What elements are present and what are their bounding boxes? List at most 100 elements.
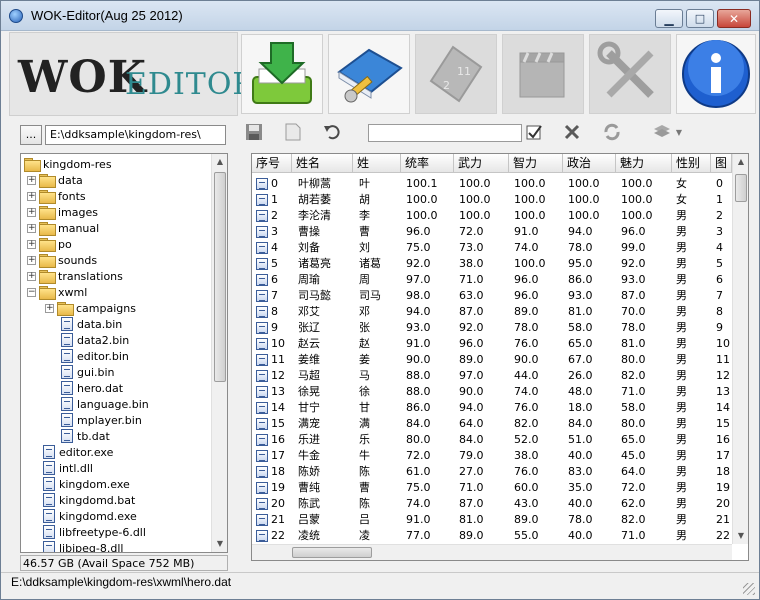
tree-folder-po[interactable]: + po <box>27 236 72 252</box>
table-cell: 74.0 <box>514 241 539 254</box>
collapse-icon[interactable]: − <box>27 287 36 297</box>
expand-icon[interactable]: + <box>27 271 36 281</box>
table-cell: 71.0 <box>459 273 484 286</box>
directory-path-input[interactable]: E:\ddksample\kingdom-res\ <box>45 125 226 145</box>
apply-search-button[interactable] <box>522 119 546 145</box>
tree-file[interactable]: data2.bin <box>61 332 129 348</box>
folder-icon <box>39 254 56 268</box>
column-header[interactable]: 姓名 <box>292 154 353 173</box>
tree-file[interactable]: tb.dat <box>61 428 110 444</box>
grid-scroll-down-icon[interactable]: ▼ <box>733 528 748 544</box>
tree-folder-images[interactable]: + images <box>27 204 98 220</box>
folder-icon <box>39 206 56 220</box>
new-file-button[interactable] <box>281 119 305 145</box>
tree-file[interactable]: kingdomd.bat <box>43 492 135 508</box>
column-header[interactable]: 魅力 <box>616 154 672 173</box>
about-button[interactable] <box>676 34 756 114</box>
close-button[interactable]: ✕ <box>717 9 751 28</box>
tree-file[interactable]: editor.bin <box>61 348 129 364</box>
tree-folder-campaigns[interactable]: + campaigns <box>45 300 136 316</box>
media-button[interactable] <box>502 34 584 114</box>
tree-file[interactable]: gui.bin <box>61 364 115 380</box>
random-dice-button[interactable]: 11 2 <box>415 34 497 114</box>
expand-icon[interactable]: + <box>27 175 36 185</box>
tree-scrollbar[interactable]: ▲ ▼ <box>211 154 227 552</box>
grid-scroll-up-icon[interactable]: ▲ <box>733 154 748 170</box>
resize-grip-icon[interactable] <box>743 583 755 595</box>
tree-folder-fonts[interactable]: + fonts <box>27 188 86 204</box>
table-cell: 100.0 <box>568 209 600 222</box>
tree-file[interactable]: editor.exe <box>43 444 113 460</box>
refresh-button[interactable] <box>599 119 625 145</box>
column-header[interactable]: 图 <box>711 154 732 173</box>
table-cell: 48.0 <box>568 385 593 398</box>
tree-folder-manual[interactable]: + manual <box>27 220 99 236</box>
table-cell: 3 <box>716 225 723 238</box>
tools-button[interactable] <box>589 34 671 114</box>
grid-scrollbar[interactable]: ▲ ▼ <box>732 154 748 544</box>
table-cell: 80.0 <box>621 353 646 366</box>
table-cell: 100.0 <box>514 177 546 190</box>
column-header[interactable]: 统率 <box>401 154 454 173</box>
expand-icon[interactable]: + <box>45 303 54 313</box>
column-header[interactable]: 武力 <box>454 154 509 173</box>
tree-scroll-thumb[interactable] <box>214 172 226 382</box>
table-cell: 93.0 <box>406 321 431 334</box>
file-tree[interactable]: kingdom-res + data + fonts + images + ma… <box>20 153 228 553</box>
expand-icon[interactable]: + <box>27 255 36 265</box>
table-cell: 男 <box>676 225 687 238</box>
scroll-down-arrow-icon[interactable]: ▼ <box>212 536 227 552</box>
table-cell: 93.0 <box>621 273 646 286</box>
table-cell: 38.0 <box>514 449 539 462</box>
layers-dropdown-button[interactable]: ▼ <box>646 119 688 145</box>
column-header[interactable]: 政治 <box>563 154 616 173</box>
column-header[interactable]: 序号 <box>252 154 292 173</box>
minimize-button[interactable]: ▁ <box>655 9 683 28</box>
edit-button[interactable] <box>328 34 410 114</box>
maximize-button[interactable]: □ <box>686 9 714 28</box>
tree-file[interactable]: language.bin <box>61 396 149 412</box>
tree-file[interactable]: hero.dat <box>61 380 123 396</box>
grid-scroll-thumb[interactable] <box>735 174 747 202</box>
tree-node-root[interactable]: kingdom-res <box>24 156 112 172</box>
table-cell: 张辽 <box>298 321 320 334</box>
save-button[interactable] <box>241 119 267 145</box>
tree-label: libfreetype-6.dll <box>59 525 146 539</box>
hero-data-grid[interactable]: 序号 姓名姓统率 武力 智力 政治 魅力 性别图 0 叶柳蒿 叶 100.1 100.0 100.0 1… <box>251 153 749 561</box>
table-cell: 51.0 <box>568 433 593 446</box>
tree-file[interactable]: mplayer.bin <box>61 412 142 428</box>
tree-file[interactable]: libjpeg-8.dll <box>43 540 123 552</box>
tree-folder-translations[interactable]: + translations <box>27 268 123 284</box>
browse-button[interactable]: ... <box>20 125 42 145</box>
tree-folder-sounds[interactable]: + sounds <box>27 252 97 268</box>
search-input[interactable] <box>368 124 522 142</box>
tree-file[interactable]: data.bin <box>61 316 122 332</box>
tree-file[interactable]: libfreetype-6.dll <box>43 524 146 540</box>
table-cell: 99.0 <box>621 241 646 254</box>
expand-icon[interactable]: + <box>27 191 36 201</box>
import-button[interactable] <box>241 34 323 114</box>
column-header[interactable]: 性别 <box>672 154 711 173</box>
tree-file[interactable]: kingdomd.exe <box>43 508 137 524</box>
grid-h-scroll-thumb[interactable] <box>292 547 372 558</box>
table-cell: 1 <box>271 193 278 206</box>
row-record-icon <box>256 290 268 302</box>
file-icon <box>61 349 73 363</box>
column-header[interactable]: 姓 <box>353 154 401 173</box>
tree-file[interactable]: kingdom.exe <box>43 476 130 492</box>
tree-file[interactable]: intl.dll <box>43 460 93 476</box>
scroll-up-arrow-icon[interactable]: ▲ <box>212 154 227 170</box>
table-cell: 男 <box>676 321 687 334</box>
column-header[interactable]: 智力 <box>509 154 563 173</box>
table-cell: 84.0 <box>568 417 593 430</box>
folder-icon <box>57 302 74 316</box>
expand-icon[interactable]: + <box>27 207 36 217</box>
grid-h-scrollbar[interactable] <box>252 544 732 560</box>
table-cell: 2 <box>271 209 278 222</box>
tree-folder-xwml[interactable]: − xwml <box>27 284 87 300</box>
undo-button[interactable] <box>319 119 345 145</box>
expand-icon[interactable]: + <box>27 223 36 233</box>
delete-button[interactable] <box>559 119 585 145</box>
tree-folder-data[interactable]: + data <box>27 172 83 188</box>
expand-icon[interactable]: + <box>27 239 36 249</box>
